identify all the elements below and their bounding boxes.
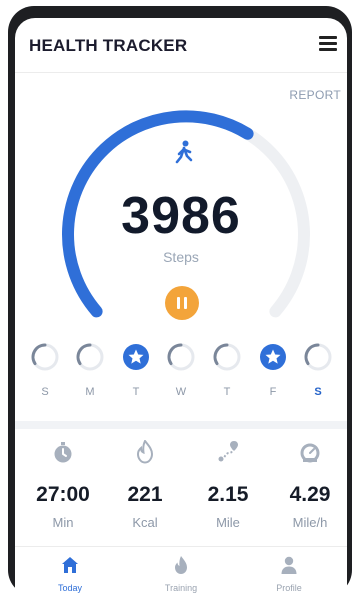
day-letter: S bbox=[314, 386, 322, 398]
stat-unit: Mile/h bbox=[292, 515, 328, 530]
hamburger-menu-icon[interactable] bbox=[319, 36, 337, 52]
day-letter: S bbox=[41, 386, 49, 398]
app-title: HEALTH TRACKER bbox=[29, 36, 188, 55]
stopwatch-icon bbox=[54, 442, 72, 463]
week-day[interactable]: S bbox=[30, 343, 60, 398]
stat-item: 4.29 Mile/h bbox=[269, 440, 347, 530]
bottom-tab-bar: Today Training Profile bbox=[15, 546, 347, 596]
stat-value: 221 bbox=[127, 483, 163, 506]
home-icon bbox=[62, 557, 78, 573]
section-divider bbox=[15, 421, 347, 429]
week-day[interactable]: T bbox=[121, 343, 151, 398]
stat-value: 2.15 bbox=[207, 483, 249, 506]
tab-training[interactable]: Training bbox=[151, 555, 211, 593]
star-badge-icon bbox=[123, 344, 149, 370]
flame-icon bbox=[136, 439, 154, 464]
tab-profile[interactable]: Profile bbox=[259, 555, 319, 593]
week-day[interactable]: T bbox=[212, 343, 242, 398]
tab-today[interactable]: Today bbox=[40, 555, 100, 593]
day-letter: F bbox=[269, 386, 277, 398]
tab-today-label: Today bbox=[57, 583, 83, 593]
day-letter: M bbox=[85, 386, 95, 398]
stat-unit: Kcal bbox=[132, 515, 158, 530]
week-day[interactable]: M bbox=[75, 343, 105, 398]
flame-icon bbox=[175, 556, 187, 574]
day-letter: W bbox=[175, 386, 187, 398]
stat-item: 221 Kcal bbox=[104, 439, 186, 530]
steps-label: Steps bbox=[163, 249, 199, 265]
stat-item: 27:00 Min bbox=[22, 440, 104, 530]
day-letter: T bbox=[223, 386, 231, 398]
pause-button[interactable] bbox=[165, 286, 199, 320]
speedometer-icon bbox=[300, 443, 320, 463]
stat-item: 2.15 Mile bbox=[187, 440, 269, 530]
star-badge-icon bbox=[260, 344, 286, 370]
walking-person-icon bbox=[175, 140, 193, 164]
stat-unit: Min bbox=[52, 515, 74, 530]
week-day[interactable]: W bbox=[166, 343, 196, 398]
tab-profile-label: Profile bbox=[276, 583, 302, 593]
stat-unit: Mile bbox=[216, 515, 240, 530]
day-progress-ring-icon bbox=[167, 343, 195, 371]
week-day[interactable]: F bbox=[258, 343, 288, 398]
day-progress-ring-icon bbox=[213, 343, 241, 371]
day-progress-ring-icon bbox=[304, 343, 332, 371]
person-icon bbox=[281, 556, 297, 574]
day-progress-ring-icon bbox=[76, 343, 104, 371]
report-link[interactable]: REPORT bbox=[289, 88, 341, 102]
stat-value: 27:00 bbox=[36, 483, 90, 506]
route-icon bbox=[218, 441, 238, 462]
stat-value: 4.29 bbox=[289, 483, 331, 506]
steps-count: 3986 bbox=[121, 187, 241, 245]
tab-training-label: Training bbox=[164, 583, 198, 593]
day-letter: T bbox=[132, 386, 140, 398]
week-day[interactable]: S bbox=[303, 343, 333, 398]
day-progress-ring-icon bbox=[31, 343, 59, 371]
app-screen: HEALTH TRACKER REPORT 3986 Steps S M T W T F S… bbox=[15, 18, 347, 596]
app-header: HEALTH TRACKER bbox=[15, 18, 347, 73]
